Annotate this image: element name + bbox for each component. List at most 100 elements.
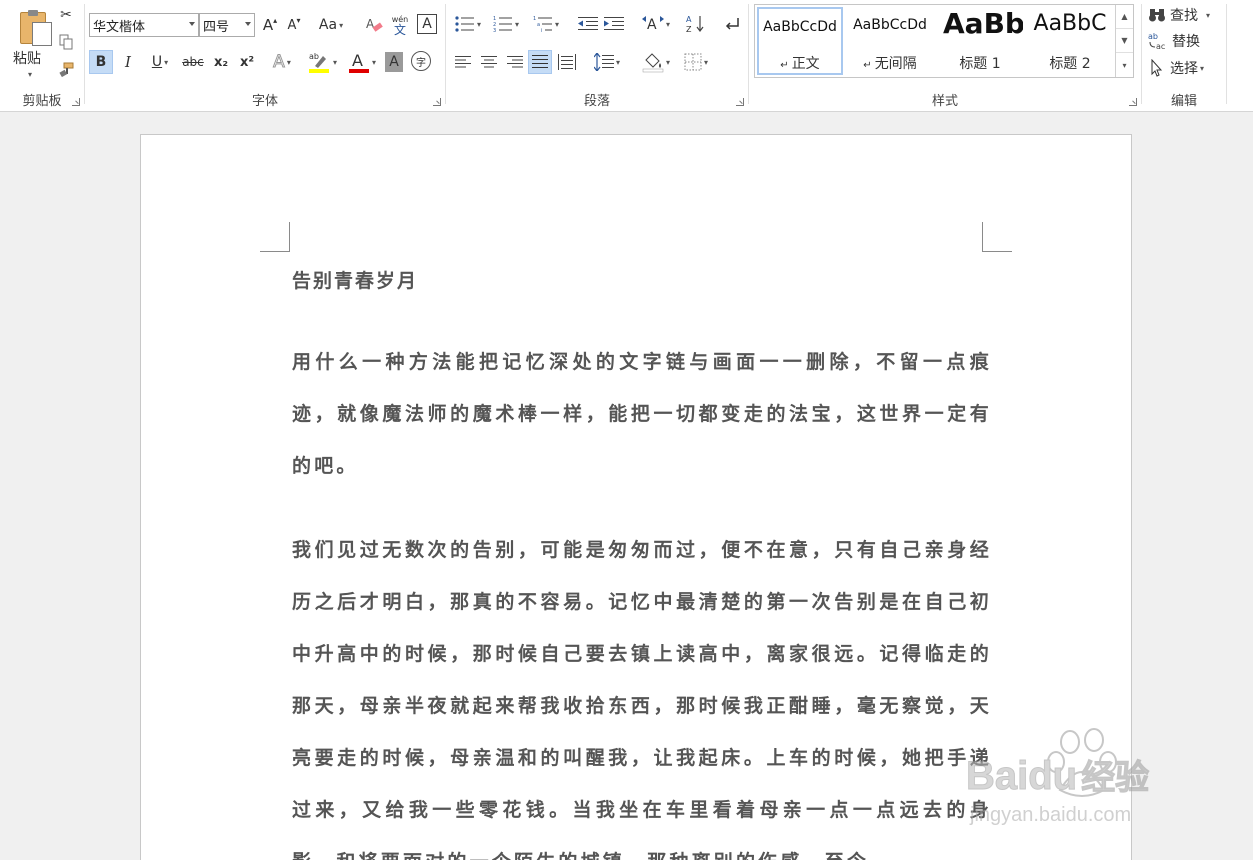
sort-icon: AZ [686,15,704,34]
strikethrough-button[interactable]: abc [179,50,207,74]
multilevel-list-button[interactable]: 1ai ▾ [528,12,564,36]
bold-label: B [95,54,107,70]
clear-formatting-button[interactable]: A [363,14,385,36]
chevron-down-icon: ▾ [703,57,708,67]
numbered-list-icon: 123 [493,16,512,33]
enclose-characters-button[interactable]: 字 [411,51,431,71]
replace-button[interactable]: ab ac 替换 [1148,30,1224,52]
line-spacing-button[interactable]: ▾ [588,50,626,74]
find-button[interactable]: 查找 ▾ [1148,4,1224,26]
shading-button[interactable]: ▾ [638,48,674,76]
paste-button[interactable]: 粘贴 ▾ [6,4,52,82]
select-button[interactable]: 选择 ▾ [1148,57,1224,79]
watermark-url: jingyan.baidu.com [970,804,1132,826]
decrease-indent-icon [578,17,598,30]
styles-launcher-icon[interactable] [1129,98,1137,106]
bullets-button[interactable]: ▾ [450,12,486,36]
styles-gallery: AaBbCcDd ↵ 正文 AaBbCcDd ↵ 无间隔 AaBb 标题 1 AaB… [754,4,1134,78]
scroll-up-icon[interactable]: ▲ [1116,5,1133,29]
baidu-watermark: Baidu 经验 jingyan.baidu.com [960,720,1220,840]
increase-indent-icon [604,17,624,30]
style-sample: AaBbC [1033,11,1107,36]
scroll-down-icon[interactable]: ▼ [1116,29,1133,53]
font-family-value: 华文楷体 [93,19,146,35]
distributed-button[interactable] [556,50,578,74]
underline-button[interactable]: U ▾ [143,50,177,74]
svg-text:ac: ac [1156,42,1165,50]
font-family-combo[interactable]: 华文楷体 [89,13,199,37]
sort-button[interactable]: AZ [684,12,708,36]
chevron-down-icon: ▾ [332,57,337,67]
change-case-label: Aa [318,17,338,33]
paragraph-launcher-icon[interactable] [736,98,744,106]
line-spacing-icon [593,53,614,71]
gallery-more-icon[interactable]: ▾ [1116,53,1133,77]
bold-button[interactable]: B [89,50,113,74]
style-name-label: 标题 2 [1049,56,1091,72]
subscript-button[interactable]: x₂ [209,50,233,74]
justify-button[interactable] [528,50,552,74]
superscript-button[interactable]: x² [235,50,259,74]
decrease-indent-button[interactable] [576,12,600,36]
chevron-down-icon: ▾ [514,19,519,29]
align-left-button[interactable] [452,50,474,74]
align-center-button[interactable] [478,50,500,74]
svg-text:Z: Z [686,25,692,34]
copy-icon[interactable] [56,33,76,51]
align-right-icon [507,56,523,68]
text-direction-icon: A [641,16,664,33]
svg-text:A: A [647,17,657,33]
style-normal[interactable]: AaBbCcDd ↵ 正文 [757,7,843,75]
shrink-font-button[interactable]: A ▾ [283,14,305,36]
document-title[interactable]: 告别青春岁月 [292,266,418,293]
character-border-button[interactable]: A [417,14,437,34]
style-name: ↵ 无间隔 [847,53,933,73]
numbering-button[interactable]: 123 ▾ [488,12,524,36]
separator [1226,4,1227,104]
phonetic-bottom-label: 文 [393,23,406,37]
align-right-button[interactable] [504,50,526,74]
svg-text:A: A [686,15,692,24]
text-direction-button[interactable]: A ▾ [638,12,674,36]
character-shading-button[interactable]: A [385,52,403,72]
borders-button[interactable]: ▾ [678,50,714,74]
highlight-button[interactable]: ab ▾ [303,48,341,76]
change-case-button[interactable]: Aa ▾ [313,14,349,36]
style-no-spacing[interactable]: AaBbCcDd ↵ 无间隔 [847,7,933,75]
phonetic-guide-button[interactable]: wén 文 [389,12,411,38]
style-heading-1[interactable]: AaBb 标题 1 [937,7,1023,75]
justify-icon [532,55,548,68]
chevron-down-icon: ▾ [1200,63,1205,73]
underline-label: U [151,54,163,70]
subscript-label: x₂ [213,54,229,70]
font-size-combo[interactable]: 四号 [199,13,255,37]
chevron-down-icon [189,22,195,26]
show-marks-button[interactable] [720,12,744,36]
select-label: 选择 [1170,61,1198,77]
margin-corner-top-right [982,222,1012,252]
italic-button[interactable]: I [117,50,139,74]
chevron-down-icon: ▾ [665,19,670,29]
increase-indent-button[interactable] [602,12,626,36]
style-name-label: 正文 [791,56,820,72]
paragraph-mark: ↵ [863,60,872,71]
cut-icon[interactable]: ✂ [56,6,76,24]
style-sample: AaBbCcDd [853,17,927,33]
paint-bucket-icon [642,53,664,73]
chevron-down-icon: ▾ [339,20,344,30]
watermark-suffix-label: 经验 [1081,759,1150,798]
clipboard-launcher-icon[interactable] [72,98,80,106]
text-effects-button[interactable]: A ▾ [267,50,297,74]
document-paragraph[interactable]: 我们见过无数次的告别，可能是匆匆而过，便不在意，只有自己亲身经历之后才明白，那真… [292,524,992,860]
grow-font-button[interactable]: A ▴ [259,14,281,36]
replace-label: 替换 [1172,34,1200,50]
binoculars-icon [1149,9,1165,22]
style-sample: AaBb [943,7,1023,40]
format-painter-icon[interactable] [56,60,76,78]
style-name-label: 标题 1 [959,56,1001,72]
paragraph-group: ▾ 123 ▾ 1ai ▾ A ▾ AZ ▾ ▾ ▾ 段落 [446,0,748,112]
font-color-button[interactable]: A ▾ [343,48,381,76]
style-heading-2[interactable]: AaBbC 标题 2 [1027,7,1113,75]
font-launcher-icon[interactable] [433,98,441,106]
document-paragraph[interactable]: 用什么一种方法能把记忆深处的文字链与画面一一删除，不留一点痕迹，就像魔法师的魔术… [292,336,992,492]
